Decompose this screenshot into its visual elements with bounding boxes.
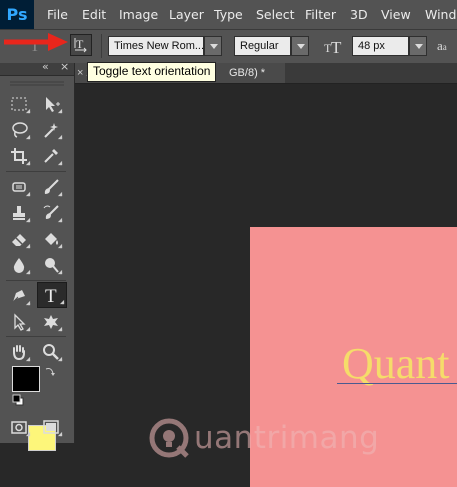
hand-icon — [13, 345, 25, 361]
menu-layer[interactable]: Layer — [169, 0, 204, 29]
screen-mode-icon — [43, 420, 59, 434]
custom-shape-tool[interactable] — [38, 310, 64, 334]
eyedropper-icon — [44, 149, 58, 163]
watermark-logo-icon — [149, 418, 189, 458]
text-orientation-icon: T — [74, 37, 87, 53]
menu-bar: Ps File Edit Image Layer Type Select Fil… — [0, 0, 457, 30]
magic-wand-tool[interactable] — [38, 118, 64, 142]
font-style-dropdown-arrow[interactable] — [291, 36, 309, 56]
svg-text:T: T — [76, 37, 84, 51]
default-colors-icon[interactable] — [12, 394, 24, 406]
svg-text:T: T — [331, 38, 342, 56]
horizontal-type-tool[interactable]: T — [37, 282, 67, 308]
font-family-dropdown-arrow[interactable] — [204, 36, 222, 56]
crop-tool[interactable] — [6, 144, 32, 168]
font-style-select[interactable]: Regular — [234, 36, 291, 56]
menu-file[interactable]: File — [47, 0, 68, 29]
foreground-color-swatch[interactable] — [12, 366, 40, 392]
type-tool-icon: T — [45, 286, 57, 305]
tool-separator — [6, 171, 66, 172]
document-tab-close[interactable]: × — [77, 63, 83, 83]
move-icon — [46, 97, 60, 112]
font-family-select[interactable]: Times New Rom... — [108, 36, 204, 56]
spot-healing-brush-tool[interactable] — [6, 175, 32, 199]
svg-text:T: T — [45, 286, 57, 305]
rectangular-marquee-tool[interactable] — [6, 92, 32, 116]
marquee-icon — [11, 97, 27, 111]
anti-alias-sub: a — [442, 42, 447, 52]
stamp-icon — [13, 206, 25, 220]
tool-separator — [6, 336, 66, 337]
divider — [101, 34, 102, 58]
eraser-tool[interactable] — [6, 227, 32, 251]
collapse-panel-button[interactable]: « — [42, 60, 49, 73]
font-size-dropdown-arrow[interactable] — [409, 36, 427, 56]
path-selection-icon — [14, 313, 26, 331]
zoom-tool[interactable] — [38, 340, 64, 364]
red-arrow-annotation — [4, 33, 68, 51]
tools-panel-header[interactable]: « × — [0, 60, 74, 76]
quick-mask-button[interactable] — [6, 415, 32, 439]
photoshop-logo[interactable]: Ps — [0, 0, 34, 29]
menu-image[interactable]: Image — [119, 0, 158, 29]
swap-colors-icon[interactable] — [44, 365, 56, 377]
eraser-icon — [12, 234, 26, 246]
document-tab-title: GB/8) * — [229, 67, 266, 79]
pen-tool[interactable] — [6, 284, 32, 308]
eyedropper-tool[interactable] — [38, 144, 64, 168]
path-selection-tool[interactable] — [6, 310, 32, 334]
paint-bucket-icon — [45, 233, 58, 245]
lasso-tool[interactable] — [6, 118, 32, 142]
dodge-icon — [45, 258, 59, 273]
menu-window[interactable]: Windo — [425, 0, 457, 29]
tools-panel: « × T — [0, 60, 75, 451]
magic-wand-icon — [44, 123, 58, 138]
toggle-text-orientation-button[interactable]: T — [70, 34, 92, 56]
clone-stamp-tool[interactable] — [6, 201, 32, 225]
pen-icon — [12, 290, 25, 303]
screen-mode-button[interactable] — [38, 415, 64, 439]
tooltip: Toggle text orientation — [87, 62, 217, 82]
menu-filter[interactable]: Filter — [305, 0, 336, 29]
font-size-input[interactable]: 48 px — [352, 36, 409, 56]
watermark-text: uantrimang — [194, 420, 380, 456]
close-panel-button[interactable]: × — [60, 60, 69, 73]
history-brush-tool[interactable] — [38, 201, 64, 225]
zoom-icon — [43, 344, 59, 360]
brush-icon — [44, 179, 59, 194]
anti-alias-icon[interactable]: aa — [437, 38, 457, 54]
dodge-tool[interactable] — [38, 253, 64, 277]
lasso-icon — [12, 122, 28, 138]
custom-shape-icon — [44, 315, 58, 329]
panel-grip[interactable] — [0, 77, 74, 86]
blur-tool[interactable] — [6, 253, 32, 277]
paint-bucket-tool[interactable] — [38, 227, 64, 251]
hand-tool[interactable] — [6, 340, 32, 364]
tool-separator — [6, 280, 66, 281]
font-size-icon: T T — [324, 36, 344, 57]
watermark: uantrimang — [148, 416, 379, 460]
quick-mask-icon — [11, 421, 27, 434]
menu-type[interactable]: Type — [214, 0, 243, 29]
menu-3d[interactable]: 3D — [350, 0, 368, 29]
brush-tool[interactable] — [38, 175, 64, 199]
history-brush-icon — [43, 205, 59, 219]
bandage-icon — [12, 182, 26, 192]
text-baseline — [337, 383, 457, 384]
menu-select[interactable]: Select — [256, 0, 295, 29]
move-tool[interactable] — [38, 92, 64, 116]
menu-view[interactable]: View — [381, 0, 411, 29]
blur-drop-icon — [13, 258, 25, 273]
canvas-text-layer[interactable]: Quant — [342, 340, 450, 388]
menu-edit[interactable]: Edit — [82, 0, 106, 29]
crop-icon — [11, 148, 27, 164]
